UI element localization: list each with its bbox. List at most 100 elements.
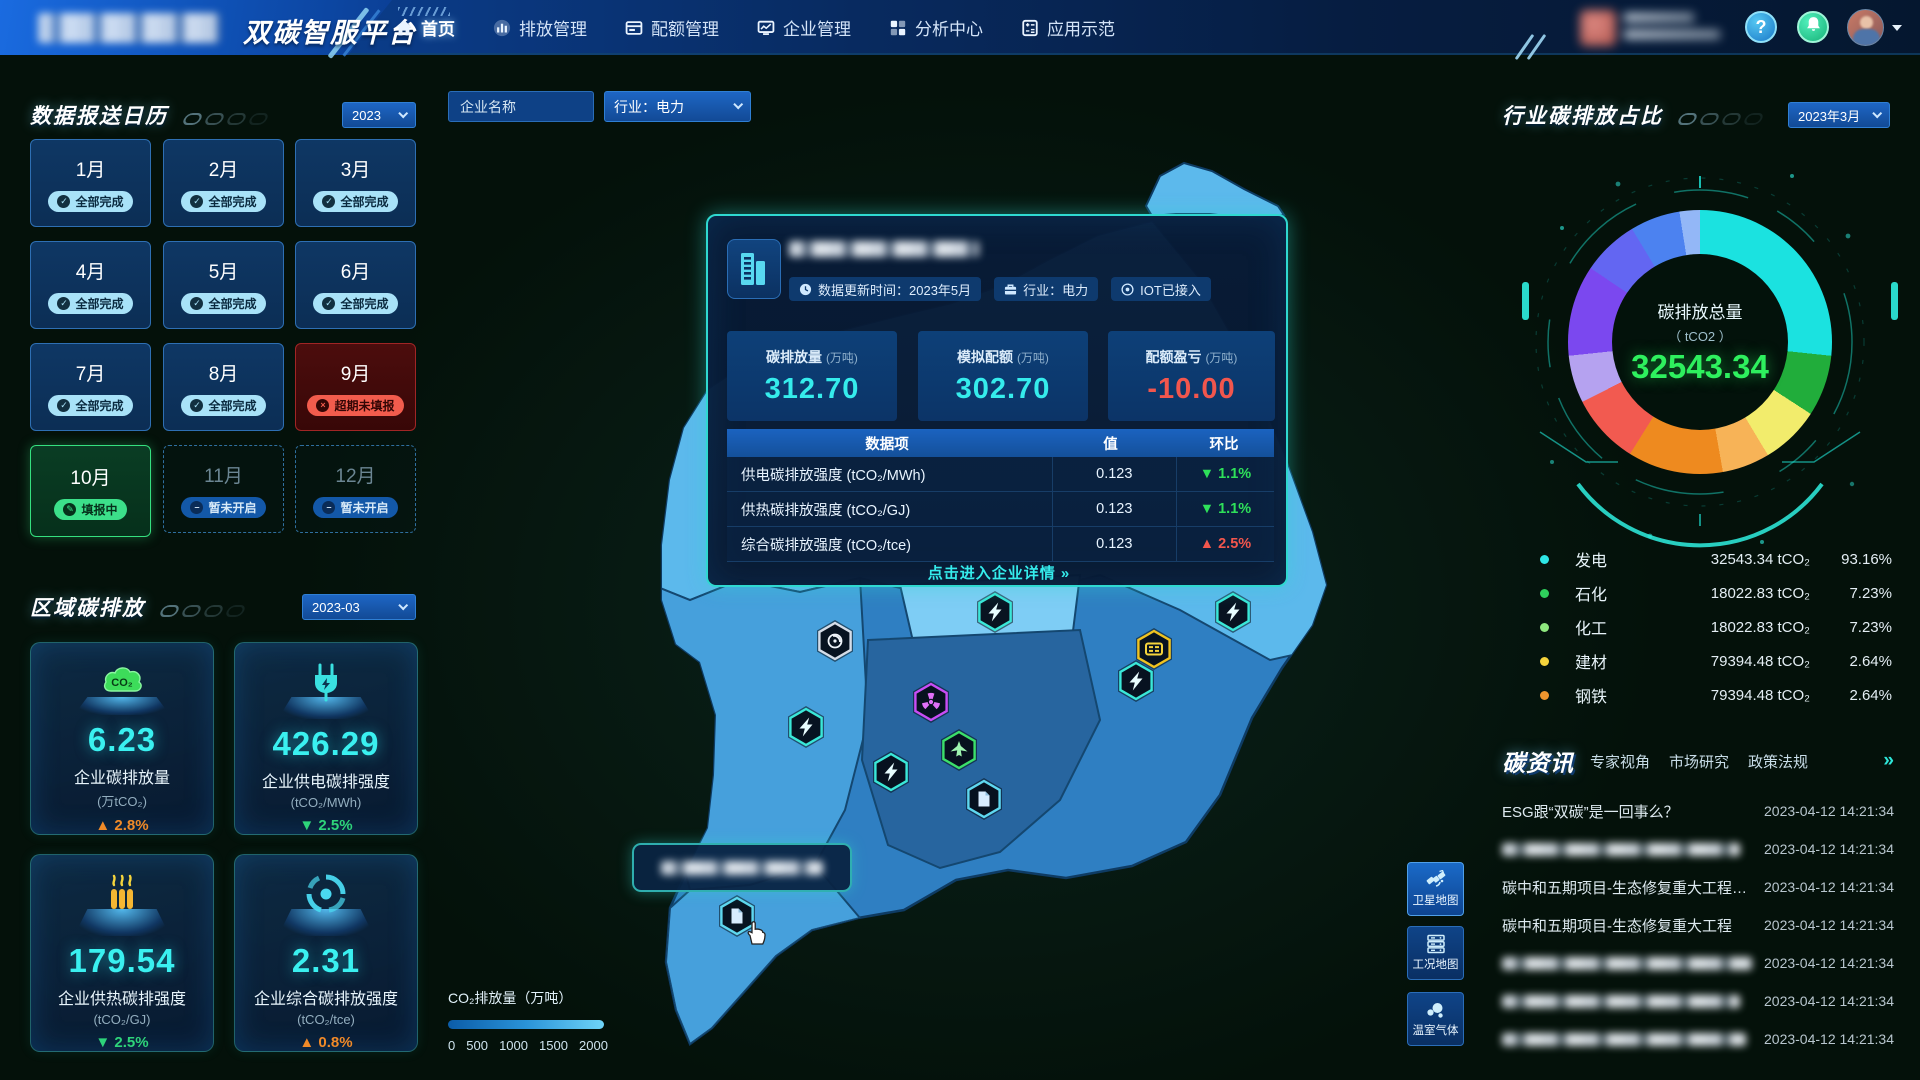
metric-trend: ▲ 2.5% <box>1176 527 1274 561</box>
donut-center-unit: （ tCO2 ） <box>1668 326 1732 345</box>
news-list: ESG跟“双碳”是一回事么？2023-04-12 14:21:342023-04… <box>1502 792 1894 1058</box>
month-status-text: 超期未填报 <box>334 397 394 414</box>
industry-legend-row[interactable]: 建材79394.48 tCO₂2.64% <box>1540 644 1892 678</box>
metric-trend: ▼ 1.1% <box>1176 492 1274 526</box>
industry-donut-chart[interactable]: 碳排放总量 （ tCO2 ） 32543.34 <box>1568 210 1832 474</box>
regional-period-select[interactable]: 2023-03 <box>302 594 416 620</box>
regional-period-value: 2023-03 <box>312 600 360 615</box>
nav-item-demo[interactable]: 应用示范 <box>1021 15 1115 40</box>
news-item[interactable]: 2023-04-12 14:21:34 <box>1502 982 1894 1020</box>
map-layer-rack[interactable]: 工况地图 <box>1407 926 1464 980</box>
nav-item-analysis[interactable]: 分析中心 <box>889 15 983 40</box>
company-search-input[interactable]: 企业名称 <box>448 91 594 122</box>
industry-period-select[interactable]: 2023年3月 <box>1788 102 1890 128</box>
enterprise-detail-link[interactable]: 点击进入企业详情 » <box>708 562 1290 583</box>
status-icon: ✓ <box>57 297 70 310</box>
calendar-month-5[interactable]: 5月 ✓全部完成 <box>163 241 284 329</box>
month-label: 4月 <box>76 257 106 284</box>
month-status-text: 全部完成 <box>75 397 123 414</box>
industry-legend-row[interactable]: 发电32543.34 tCO₂93.16% <box>1540 542 1892 576</box>
news-item-time: 2023-04-12 14:21:34 <box>1764 803 1894 819</box>
news-item[interactable]: 碳中和五期项目-生态修复重大工程2023-04-12 14:21:34 <box>1502 906 1894 944</box>
map-marker-tooltip[interactable] <box>632 843 852 892</box>
month-label: 9月 <box>341 359 371 386</box>
industry-legend-row[interactable]: 化工18022.83 tCO₂7.23% <box>1540 610 1892 644</box>
status-icon: ✓ <box>190 297 203 310</box>
heat-icon <box>99 871 145 917</box>
user-menu-caret[interactable] <box>1892 25 1902 31</box>
map-region-west[interactable] <box>600 540 868 890</box>
bell-icon <box>1805 16 1822 38</box>
calendar-month-8[interactable]: 8月✓全部完成 <box>163 343 284 431</box>
calendar-month-1[interactable]: 1月✓全部完成 <box>30 139 151 227</box>
legend-dot <box>1540 589 1549 598</box>
news-item-time: 2023-04-12 14:21:34 <box>1764 879 1894 895</box>
regional-card-heat[interactable]: 179.54企业供热碳排强度(tCO₂/GJ)▼ 2.5% <box>30 854 214 1052</box>
regional-card-plug[interactable]: 426.29企业供电碳排强度(tCO₂/MWh)▼ 2.5% <box>234 642 418 835</box>
calendar-month-7[interactable]: 7月✓全部完成 <box>30 343 151 431</box>
table-row[interactable]: 综合碳排放强度 (tCO₂/tce)0.123▲ 2.5% <box>727 527 1274 562</box>
month-label: 5月 <box>209 257 239 284</box>
month-status-badge: ✓全部完成 <box>48 191 132 212</box>
news-item[interactable]: 碳中和五期项目-生态修复重大工程…2023-04-12 14:21:34 <box>1502 868 1894 906</box>
nav-item-enterprise[interactable]: 企业管理 <box>757 15 851 40</box>
legend-percent: 93.16% <box>1810 551 1892 568</box>
month-status-badge: ✓全部完成 <box>181 191 265 212</box>
nav-item-home[interactable]: 首页 <box>395 15 455 40</box>
notifications-button[interactable] <box>1797 11 1829 43</box>
calendar-month-2[interactable]: 2月✓全部完成 <box>163 139 284 227</box>
calendar-month-11[interactable]: 11月–暂未开启 <box>163 445 284 533</box>
chevron-down-icon <box>733 99 743 109</box>
calendar-month-10[interactable]: 10月 ✎填报中 <box>30 445 151 537</box>
calendar-month-6[interactable]: 6月✓全部完成 <box>295 241 416 329</box>
industry-legend-row[interactable]: 钢铁79394.48 tCO₂2.64% <box>1540 678 1892 712</box>
calendar-month-9[interactable]: 9月×超期未填报 <box>295 343 416 431</box>
regional-card-gauge[interactable]: 2.31企业综合碳排放强度(tCO₂/tce)▲ 0.8% <box>234 854 418 1052</box>
map-layer-molecule[interactable]: 温室气体 <box>1407 992 1464 1046</box>
legend-value: 32543.34 tCO₂ <box>1660 551 1810 568</box>
table-header-3: 环比 <box>1174 429 1274 457</box>
stat-label: 企业供热碳排强度 <box>58 985 186 1009</box>
month-label: 10月 <box>70 463 110 490</box>
news-item[interactable]: ESG跟“双碳”是一回事么？2023-04-12 14:21:34 <box>1502 792 1894 830</box>
news-tab-3[interactable]: 政策法规 <box>1748 751 1808 772</box>
news-item[interactable]: 2023-04-12 14:21:34 <box>1502 830 1894 868</box>
stat-trend: ▲ 0.8% <box>299 1034 352 1051</box>
map-north-island[interactable] <box>1146 163 1284 219</box>
title-decoration <box>1679 113 1762 125</box>
header-slashes-decoration <box>1523 32 1563 66</box>
news-tab-2[interactable]: 市场研究 <box>1669 751 1729 772</box>
table-row[interactable]: 供热碳排放强度 (tCO₂/GJ)0.123▼ 1.1% <box>727 492 1274 527</box>
donut-center-value: 32543.34 <box>1631 348 1769 386</box>
popup-stat-label: 碳排放量 (万吨) <box>766 347 858 367</box>
calendar-month-4[interactable]: 4月✓全部完成 <box>30 241 151 329</box>
industry-filter-select[interactable]: 行业：电力 <box>604 91 751 122</box>
news-tab-1[interactable]: 专家视角 <box>1590 751 1650 772</box>
map-layer-satellite[interactable]: 卫星地图 <box>1407 862 1464 916</box>
nav-item-emission[interactable]: 排放管理 <box>493 15 587 40</box>
news-item[interactable]: 2023-04-12 14:21:34 <box>1502 1020 1894 1058</box>
calendar-year-select[interactable]: 2023 <box>342 102 416 128</box>
stat-unit: (万tCO₂) <box>97 791 147 810</box>
status-icon: ✎ <box>63 503 76 516</box>
help-button[interactable]: ? <box>1745 11 1777 43</box>
calendar-month-3[interactable]: 3月✓全部完成 <box>295 139 416 227</box>
regional-card-co2[interactable]: CO₂6.23企业碳排放量(万tCO₂)▲ 2.8% <box>30 642 214 835</box>
table-row[interactable]: 供电碳排放强度 (tCO₂/MWh)0.123▼ 1.1% <box>727 457 1274 492</box>
title-decoration <box>161 605 244 617</box>
nav-item-quota[interactable]: 配额管理 <box>625 15 719 40</box>
user-avatar[interactable] <box>1847 9 1884 46</box>
news-item[interactable]: 2023-04-12 14:21:34 <box>1502 944 1894 982</box>
legend-dot <box>1540 657 1549 666</box>
legend-tick: 0 <box>448 1038 455 1053</box>
month-label: 11月 <box>204 461 243 488</box>
news-item-time: 2023-04-12 14:21:34 <box>1764 955 1894 971</box>
emission-icon <box>493 19 511 37</box>
news-more-arrow[interactable]: » <box>1883 750 1894 772</box>
industry-panel-header: 行业碳排放占比 <box>1502 100 1762 130</box>
industry-legend-row[interactable]: 石化18022.83 tCO₂7.23% <box>1540 576 1892 610</box>
table-header-1: 数据项 <box>727 433 1047 454</box>
month-status-badge: ✓全部完成 <box>181 293 265 314</box>
calendar-month-12[interactable]: 12月–暂未开启 <box>295 445 416 533</box>
month-status-badge: ✎填报中 <box>54 499 126 520</box>
